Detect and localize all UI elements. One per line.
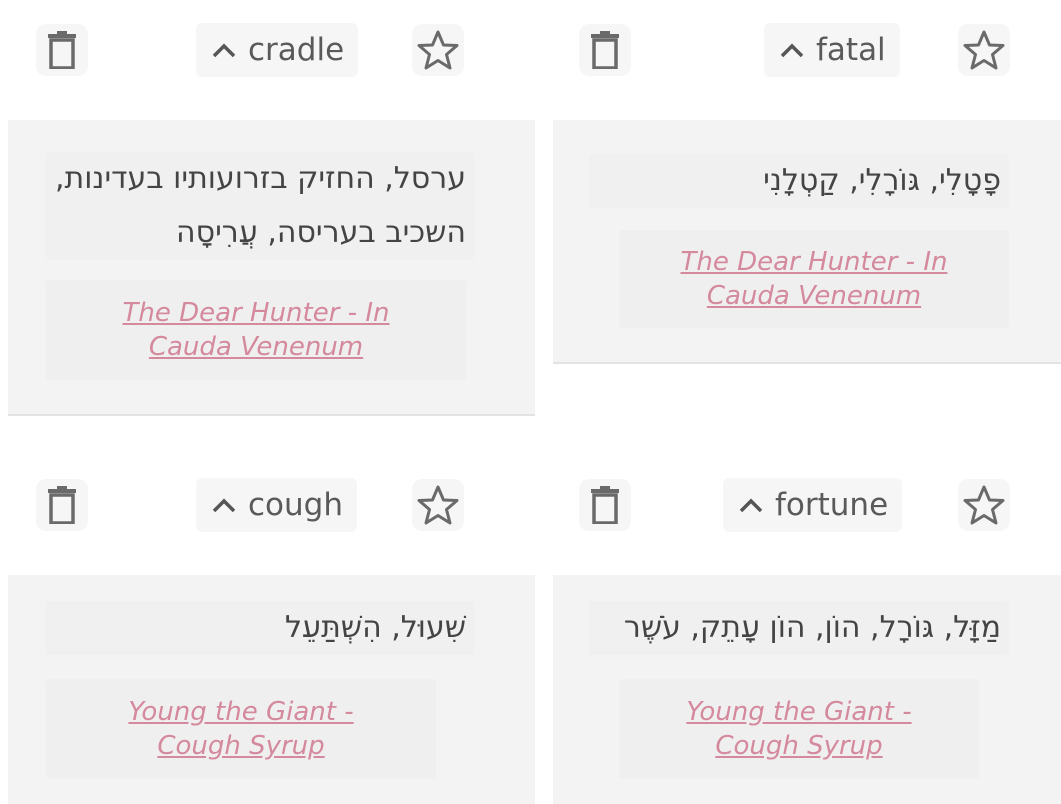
chevron-up-icon — [780, 43, 804, 58]
trash-icon — [48, 31, 76, 69]
card-body: מַזָּל, גּוֹרָל, הוֹן, הוֹן עָתֵק, עֹשֶׁ… — [553, 575, 1061, 804]
star-outline-icon — [963, 485, 1005, 525]
chevron-up-icon — [212, 43, 236, 58]
translation-text: ערסל, החזיק בזרועותיו בעדינות, השכיב בער… — [46, 152, 474, 260]
word-label: fatal — [816, 32, 886, 68]
card-header: cradle — [0, 0, 535, 100]
translation-text: מַזָּל, גּוֹרָל, הוֹן, הוֹן עָתֵק, עֹשֶׁ… — [589, 601, 1009, 655]
word-card-fatal: fatal פָטָלִי, גּוֹרָלִי, קַטְלָנִי The … — [553, 0, 1061, 370]
translation-text: שִׁעוּל, הִשְׁתַּעֵל — [46, 601, 474, 655]
star-outline-icon — [417, 485, 459, 525]
word-card-cradle: cradle ערסל, החזיק בזרועותיו בעדינות, הש… — [0, 0, 535, 420]
favorite-button[interactable] — [412, 24, 464, 76]
card-header: fatal — [553, 0, 1061, 100]
word-card-fortune: fortune מַזָּל, גּוֹרָל, הוֹן, הוֹן עָתֵ… — [553, 455, 1061, 804]
delete-button[interactable] — [579, 24, 631, 76]
word-label: cradle — [248, 32, 345, 68]
source-link[interactable]: Young the Giant - Cough Syrup — [619, 679, 979, 779]
delete-button[interactable] — [579, 479, 631, 531]
star-outline-icon — [963, 30, 1005, 70]
card-body: ערסל, החזיק בזרועותיו בעדינות, השכיב בער… — [8, 120, 535, 416]
favorite-button[interactable] — [958, 24, 1010, 76]
delete-button[interactable] — [36, 24, 88, 76]
expand-word-button[interactable]: fortune — [723, 478, 903, 532]
translation-text: פָטָלִי, גּוֹרָלִי, קַטְלָנִי — [589, 154, 1009, 208]
card-body: פָטָלִי, גּוֹרָלִי, קַטְלָנִי The Dear H… — [553, 120, 1061, 364]
delete-button[interactable] — [36, 479, 88, 531]
favorite-button[interactable] — [958, 479, 1010, 531]
expand-word-button[interactable]: cradle — [196, 23, 359, 77]
favorite-button[interactable] — [412, 479, 464, 531]
chevron-up-icon — [739, 498, 763, 513]
expand-word-button[interactable]: cough — [196, 478, 357, 532]
card-header: cough — [0, 455, 535, 555]
source-link[interactable]: The Dear Hunter - In Cauda Venenum — [46, 280, 466, 380]
star-outline-icon — [417, 30, 459, 70]
word-label: fortune — [775, 487, 889, 523]
word-label: cough — [248, 487, 343, 523]
word-card-cough: cough שִׁעוּל, הִשְׁתַּעֵל Young the Gia… — [0, 455, 535, 804]
source-link[interactable]: The Dear Hunter - In Cauda Venenum — [619, 230, 1009, 328]
trash-icon — [591, 486, 619, 524]
card-body: שִׁעוּל, הִשְׁתַּעֵל Young the Giant - C… — [8, 575, 535, 804]
card-header: fortune — [553, 455, 1061, 555]
source-link[interactable]: Young the Giant - Cough Syrup — [46, 679, 436, 779]
trash-icon — [591, 31, 619, 69]
expand-word-button[interactable]: fatal — [764, 23, 900, 77]
trash-icon — [48, 486, 76, 524]
chevron-up-icon — [212, 498, 236, 513]
